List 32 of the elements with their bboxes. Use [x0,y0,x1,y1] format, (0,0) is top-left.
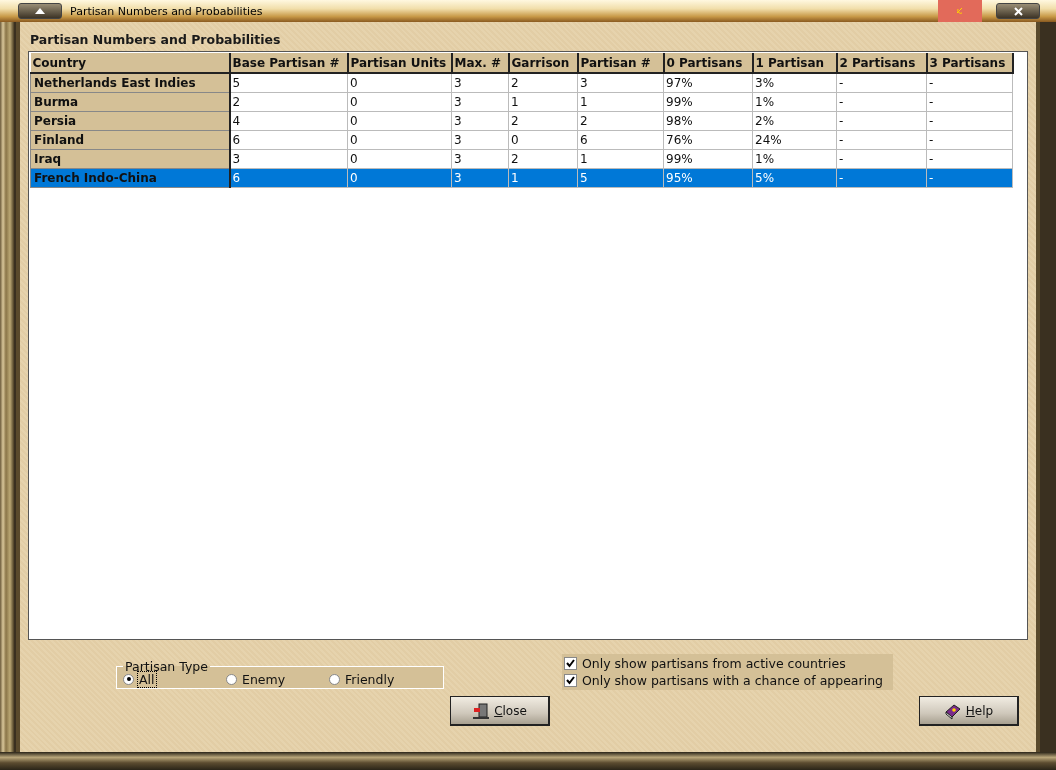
close-window-button[interactable] [996,3,1040,19]
help-button[interactable]: Help [919,696,1019,726]
close-button[interactable]: Close [450,696,550,726]
checkbox[interactable] [564,657,577,670]
radio-button[interactable] [123,673,134,685]
column-header[interactable]: Country [30,53,230,73]
column-header[interactable]: Max. # [451,53,509,73]
checkbox-label[interactable]: Only show partisans with a chance of appearing [582,673,883,688]
radio-button[interactable] [226,673,237,685]
window-title: Partisan Numbers and Probabilities [69,4,264,18]
flag-icon [938,0,982,22]
column-header[interactable]: Base Partisan # [229,53,348,73]
dialog-heading: Partisan Numbers and Probabilities [30,32,282,47]
radio-label[interactable]: Friendly [344,671,396,687]
minimize-button[interactable] [18,3,62,19]
column-header[interactable]: 3 Partisans [926,53,1013,73]
close-icon [1013,6,1023,16]
radio-label[interactable]: All [138,671,156,687]
column-header[interactable]: Partisan Units [347,53,452,73]
caret-up-icon [34,7,46,15]
checkbox-label[interactable]: Only show partisans from active countries [582,656,846,671]
radio-button[interactable] [329,673,340,685]
radio-label[interactable]: Enemy [241,671,287,687]
door-icon [472,701,491,720]
checkbox[interactable] [564,674,577,687]
column-header[interactable]: 2 Partisans [836,53,927,73]
row-header[interactable]: Netherlands East Indies [30,73,230,93]
column-header[interactable]: 1 Partisan [752,53,837,73]
group-label: Partisan Type [124,659,209,674]
column-header[interactable]: 0 Partisans [663,53,753,73]
column-header[interactable]: Partisan # [577,53,664,73]
column-header[interactable]: Garrison [508,53,578,73]
